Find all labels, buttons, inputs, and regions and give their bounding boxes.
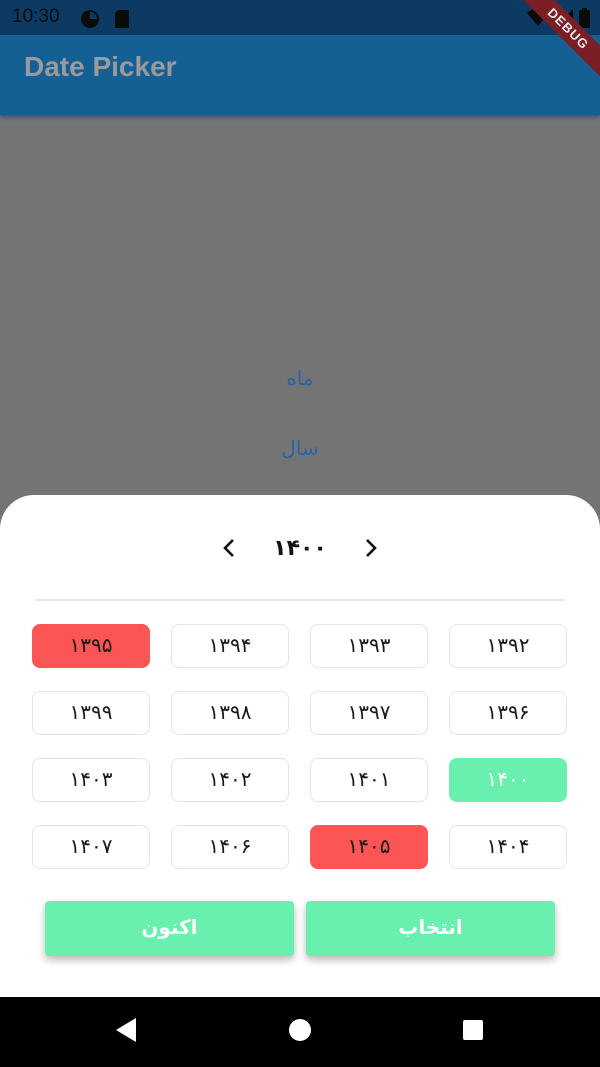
debug-banner: DEBUG	[510, 0, 600, 87]
home-button[interactable]	[285, 1017, 315, 1047]
recents-button[interactable]	[458, 1017, 488, 1047]
back-triangle-icon	[114, 1017, 138, 1047]
year-cell[interactable]: ۱۳۹۲	[449, 624, 567, 668]
year-navigation: ۱۴۰۰	[0, 530, 600, 570]
status-time: 10:30	[12, 6, 60, 27]
home-circle-icon	[288, 1018, 312, 1046]
chevron-right-icon	[364, 538, 378, 562]
year-cell[interactable]: ۱۳۹۵	[32, 624, 150, 668]
sd-card-icon	[114, 9, 130, 33]
year-cell[interactable]: ۱۴۰۲	[171, 758, 289, 802]
year-link[interactable]: سال	[0, 436, 600, 460]
divider	[36, 599, 564, 601]
previous-year-button[interactable]	[209, 530, 249, 570]
pie-chart-icon	[80, 9, 100, 33]
chevron-left-icon	[222, 538, 236, 562]
year-cell[interactable]: ۱۳۹۸	[171, 691, 289, 735]
year-cell[interactable]: ۱۳۹۷	[310, 691, 428, 735]
next-year-button[interactable]	[351, 530, 391, 570]
year-picker-sheet: ۱۴۰۰ ۱۳۹۵ ۱۳۹۴ ۱۳۹۳ ۱۳۹۲ ۱۳۹۹ ۱۳۹۸ ۱۳۹۷ …	[0, 495, 600, 997]
year-cell[interactable]: ۱۳۹۶	[449, 691, 567, 735]
now-button[interactable]: اکنون	[45, 901, 294, 956]
year-cell[interactable]: ۱۴۰۶	[171, 825, 289, 869]
system-nav-bar	[0, 997, 600, 1067]
year-cell-selected[interactable]: ۱۴۰۰	[449, 758, 567, 802]
page-title: Date Picker	[24, 51, 177, 82]
year-cell[interactable]: ۱۴۰۵	[310, 825, 428, 869]
year-cell[interactable]: ۱۳۹۳	[310, 624, 428, 668]
year-cell[interactable]: ۱۳۹۴	[171, 624, 289, 668]
select-button[interactable]: انتخاب	[306, 901, 555, 956]
year-cell[interactable]: ۱۴۰۳	[32, 758, 150, 802]
year-cell[interactable]: ۱۴۰۷	[32, 825, 150, 869]
year-cell[interactable]: ۱۴۰۴	[449, 825, 567, 869]
current-year-label: ۱۴۰۰	[273, 536, 327, 561]
year-cell[interactable]: ۱۳۹۹	[32, 691, 150, 735]
back-button[interactable]	[111, 1017, 141, 1047]
year-cell[interactable]: ۱۴۰۱	[310, 758, 428, 802]
recents-square-icon	[462, 1019, 484, 1045]
debug-banner-wrap: DEBUG	[510, 0, 600, 90]
month-link[interactable]: ماه	[0, 366, 600, 390]
